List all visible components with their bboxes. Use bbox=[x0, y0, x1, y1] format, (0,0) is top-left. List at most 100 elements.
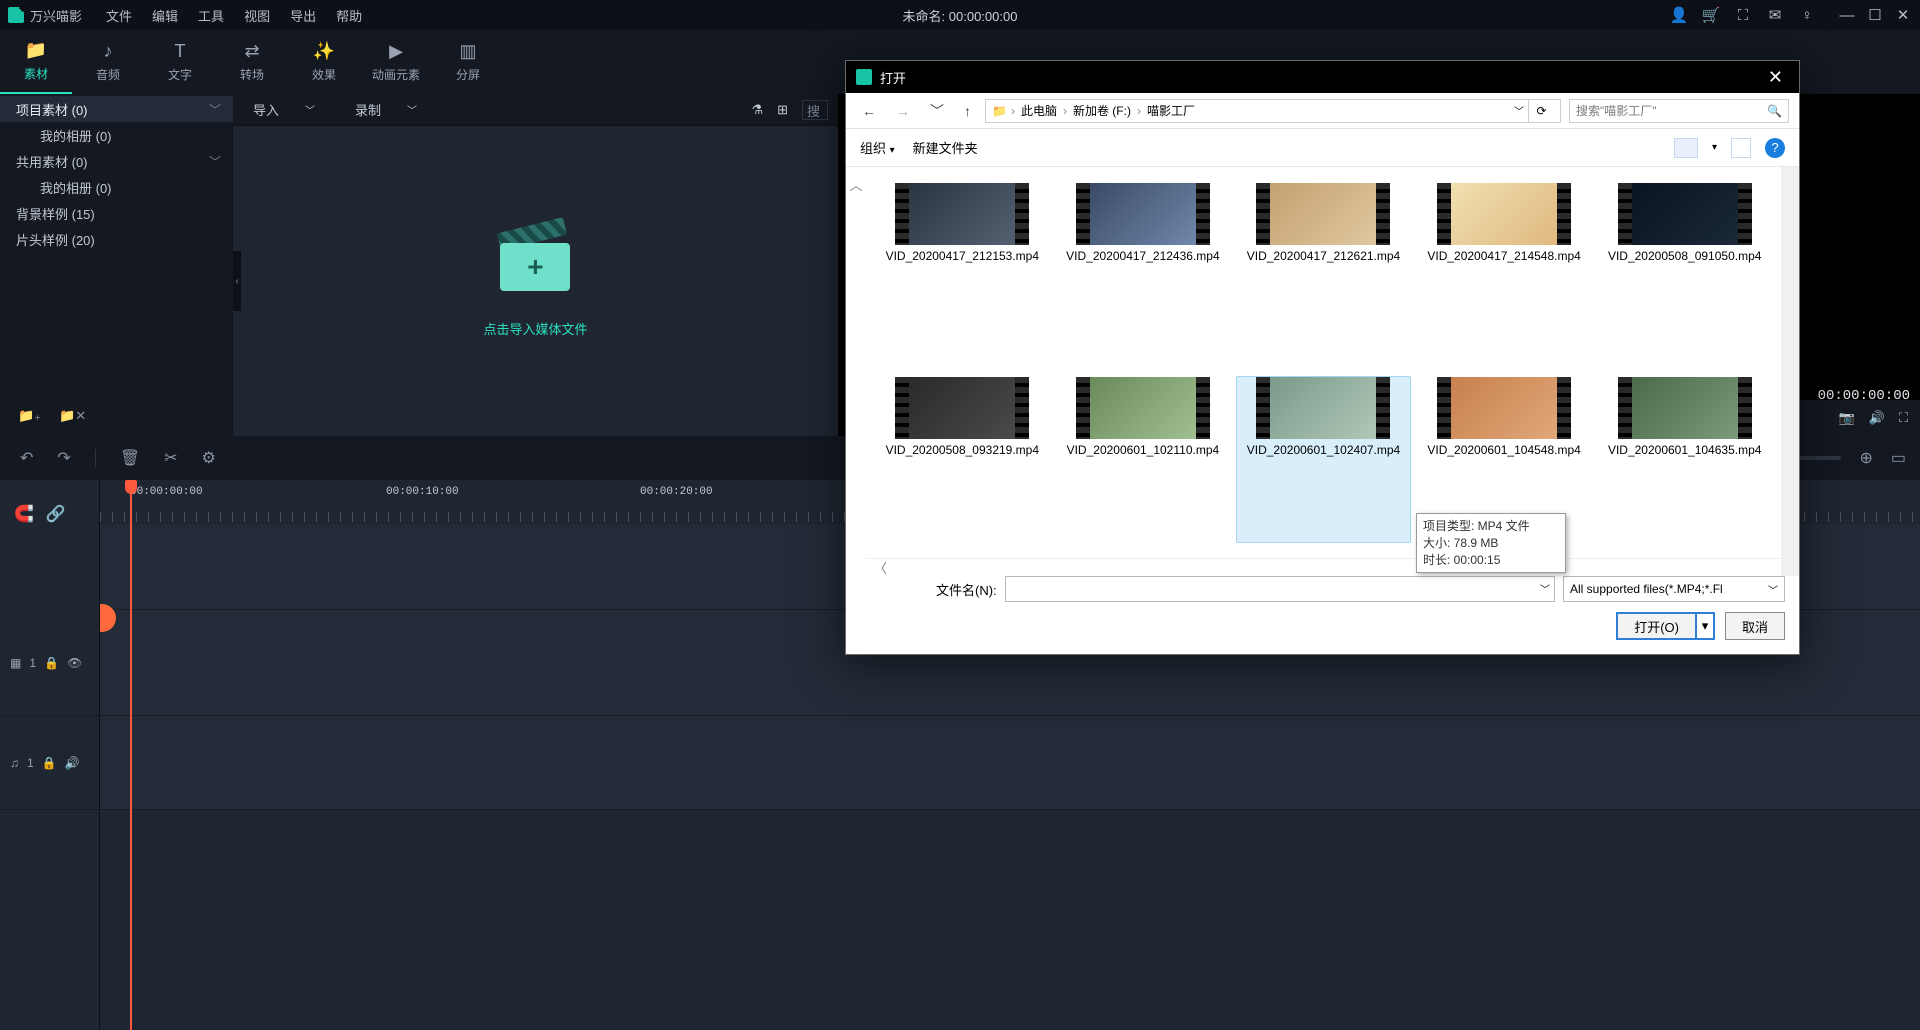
panel-collapse-handle[interactable]: ‹ bbox=[233, 251, 241, 311]
sidebar-item-2[interactable]: 共用素材 (0)﹀ bbox=[0, 148, 233, 174]
file-item[interactable]: VID_20200417_214548.mp4 bbox=[1418, 183, 1591, 349]
audio-track[interactable] bbox=[100, 716, 1920, 810]
mute-icon[interactable]: 🔊 bbox=[65, 756, 80, 770]
view-mode-dropdown[interactable]: ▾ bbox=[1712, 142, 1717, 153]
minimize-button[interactable]: — bbox=[1838, 6, 1856, 24]
app-logo: 万兴喵影 bbox=[8, 6, 82, 25]
preview-pane-button[interactable] bbox=[1731, 138, 1751, 158]
record-dropdown[interactable]: 录制﹀ bbox=[335, 100, 437, 119]
menu-4[interactable]: 导出 bbox=[280, 6, 326, 25]
import-dropdown[interactable]: 导入﹀ bbox=[233, 100, 335, 119]
cut-icon[interactable]: ✂ bbox=[164, 448, 177, 468]
folder-icon: 📁 bbox=[992, 104, 1007, 118]
delete-icon[interactable]: 🗑 bbox=[120, 448, 140, 468]
file-item[interactable]: VID_20200417_212436.mp4 bbox=[1057, 183, 1230, 349]
dropzone-label: 点击导入媒体文件 bbox=[483, 319, 587, 338]
magnet-icon[interactable]: 🧲 bbox=[14, 504, 34, 524]
sidebar-item-0[interactable]: 项目素材 (0)﹀ bbox=[0, 96, 233, 122]
cancel-button[interactable]: 取消 bbox=[1725, 612, 1785, 640]
lock-icon[interactable]: 🔒 bbox=[42, 756, 57, 770]
file-name-label: VID_20200601_102110.mp4 bbox=[1067, 443, 1220, 457]
scroll-left-button[interactable]: 〈 bbox=[866, 558, 1781, 576]
file-item[interactable]: VID_20200601_104635.mp4 bbox=[1598, 377, 1771, 543]
zoom-in-icon[interactable]: ⊕ bbox=[1859, 448, 1872, 468]
user-icon[interactable]: 👤 bbox=[1670, 6, 1688, 24]
address-bar[interactable]: 📁 › 此电脑› 新加卷 (F:)› 喵影工厂 ﹀ ⟳ bbox=[985, 99, 1561, 123]
sidebar-item-5[interactable]: 片头样例 (20) bbox=[0, 226, 233, 252]
sidebar-item-3[interactable]: 我的相册 (0) bbox=[0, 174, 233, 200]
maximize-button[interactable]: ☐ bbox=[1866, 6, 1884, 24]
view-mode-button[interactable] bbox=[1674, 138, 1698, 158]
snapshot-icon[interactable]: 📷 bbox=[1839, 410, 1855, 426]
menu-3[interactable]: 视图 bbox=[234, 6, 280, 25]
menu-1[interactable]: 编辑 bbox=[142, 6, 188, 25]
file-name-label: VID_20200601_104635.mp4 bbox=[1608, 443, 1761, 457]
refresh-button[interactable]: ⟳ bbox=[1528, 99, 1554, 123]
lock-icon[interactable]: 🔒 bbox=[44, 656, 59, 670]
tab-2[interactable]: T文字 bbox=[144, 30, 216, 94]
filetype-dropdown[interactable]: All supported files(*.MP4;*.Fl﹀ bbox=[1563, 576, 1785, 602]
search-input[interactable]: 搜 bbox=[802, 100, 828, 120]
tab-4[interactable]: ✨效果 bbox=[288, 30, 360, 94]
tab-5[interactable]: ▶动画元素 bbox=[360, 30, 432, 94]
tab-6[interactable]: ▥分屏 bbox=[432, 30, 504, 94]
file-item[interactable]: VID_20200417_212153.mp4 bbox=[876, 183, 1049, 349]
file-tooltip: 项目类型: MP4 文件 大小: 78.9 MB 时长: 00:00:15 bbox=[1416, 513, 1566, 573]
playhead[interactable] bbox=[130, 480, 132, 1030]
file-item[interactable]: VID_20200508_093219.mp4 bbox=[876, 377, 1049, 543]
volume-icon[interactable]: 🔊 bbox=[1869, 410, 1885, 426]
help-button[interactable]: ? bbox=[1765, 138, 1785, 158]
tab-3[interactable]: ⇄转场 bbox=[216, 30, 288, 94]
notification-icon[interactable]: ♀ bbox=[1798, 6, 1816, 24]
nav-history-button[interactable]: ﹀ bbox=[924, 99, 950, 123]
redo-icon[interactable]: ↷ bbox=[57, 448, 70, 468]
fullscreen-icon[interactable]: ⛶ bbox=[1899, 410, 1908, 426]
nav-up-button[interactable]: ↑ bbox=[958, 101, 977, 121]
file-name-label: VID_20200508_093219.mp4 bbox=[886, 443, 1039, 457]
scroll-up-button[interactable]: ︿ bbox=[846, 167, 866, 576]
adjust-icon[interactable]: ⚙ bbox=[202, 448, 216, 468]
open-dropdown-button[interactable]: ▾ bbox=[1697, 612, 1715, 640]
filter-icon[interactable]: ⚗ bbox=[751, 102, 763, 118]
file-name-label: VID_20200508_091050.mp4 bbox=[1608, 249, 1761, 263]
tab-1[interactable]: ♪音频 bbox=[72, 30, 144, 94]
search-icon: 🔍 bbox=[1767, 104, 1782, 118]
file-item[interactable]: VID_20200601_102407.mp4 bbox=[1237, 377, 1410, 543]
cart-icon[interactable]: 🛒 bbox=[1702, 6, 1720, 24]
nav-forward-button[interactable]: → bbox=[890, 101, 916, 121]
nav-back-button[interactable]: ← bbox=[856, 101, 882, 121]
audio-track-gutter: ♫ 1 🔒 🔊 bbox=[0, 716, 99, 810]
sidebar-item-1[interactable]: 我的相册 (0) bbox=[0, 122, 233, 148]
grid-view-icon[interactable]: ⊞ bbox=[777, 102, 788, 118]
media-panel: 导入﹀ 录制﹀ ⚗ ⊞ 搜 ‹ 点击导入媒体文件 bbox=[233, 94, 838, 436]
gift-icon[interactable]: ⛶ bbox=[1734, 6, 1752, 24]
fit-icon[interactable]: ▭ bbox=[1891, 448, 1906, 468]
file-item[interactable]: VID_20200417_212621.mp4 bbox=[1237, 183, 1410, 349]
file-name-label: VID_20200601_104548.mp4 bbox=[1427, 443, 1580, 457]
filename-input[interactable]: ﹀ bbox=[1005, 576, 1555, 602]
visibility-icon[interactable]: 👁 bbox=[67, 656, 82, 670]
vertical-scrollbar[interactable] bbox=[1781, 167, 1799, 576]
file-item[interactable]: VID_20200508_091050.mp4 bbox=[1598, 183, 1771, 349]
new-folder-button[interactable]: 新建文件夹 bbox=[913, 138, 978, 157]
file-item[interactable]: VID_20200601_102110.mp4 bbox=[1057, 377, 1230, 543]
menu-0[interactable]: 文件 bbox=[96, 6, 142, 25]
ruler-mark: 00:00:20:00 bbox=[640, 486, 713, 498]
dialog-close-button[interactable]: ✕ bbox=[1762, 67, 1789, 88]
organize-dropdown[interactable]: 组织 ▾ bbox=[860, 138, 895, 157]
media-sidebar: 项目素材 (0)﹀我的相册 (0)共用素材 (0)﹀我的相册 (0)背景样例 (… bbox=[0, 94, 233, 436]
sidebar-item-4[interactable]: 背景样例 (15) bbox=[0, 200, 233, 226]
tab-0[interactable]: 📁素材 bbox=[0, 30, 72, 94]
delete-folder-icon[interactable]: 📁✕ bbox=[59, 408, 86, 424]
menu-2[interactable]: 工具 bbox=[188, 6, 234, 25]
file-name-label: VID_20200417_212436.mp4 bbox=[1066, 249, 1219, 263]
link-icon[interactable]: 🔗 bbox=[46, 504, 66, 524]
close-button[interactable]: ✕ bbox=[1894, 6, 1912, 24]
import-dropzone[interactable]: 点击导入媒体文件 bbox=[483, 225, 587, 338]
open-button[interactable]: 打开(O) bbox=[1616, 612, 1697, 640]
mail-icon[interactable]: ✉ bbox=[1766, 6, 1784, 24]
menu-5[interactable]: 帮助 bbox=[326, 6, 372, 25]
new-folder-icon[interactable]: 📁₊ bbox=[18, 408, 41, 424]
undo-icon[interactable]: ↶ bbox=[20, 448, 33, 468]
search-input[interactable]: 搜索"喵影工厂" 🔍 bbox=[1569, 99, 1789, 123]
